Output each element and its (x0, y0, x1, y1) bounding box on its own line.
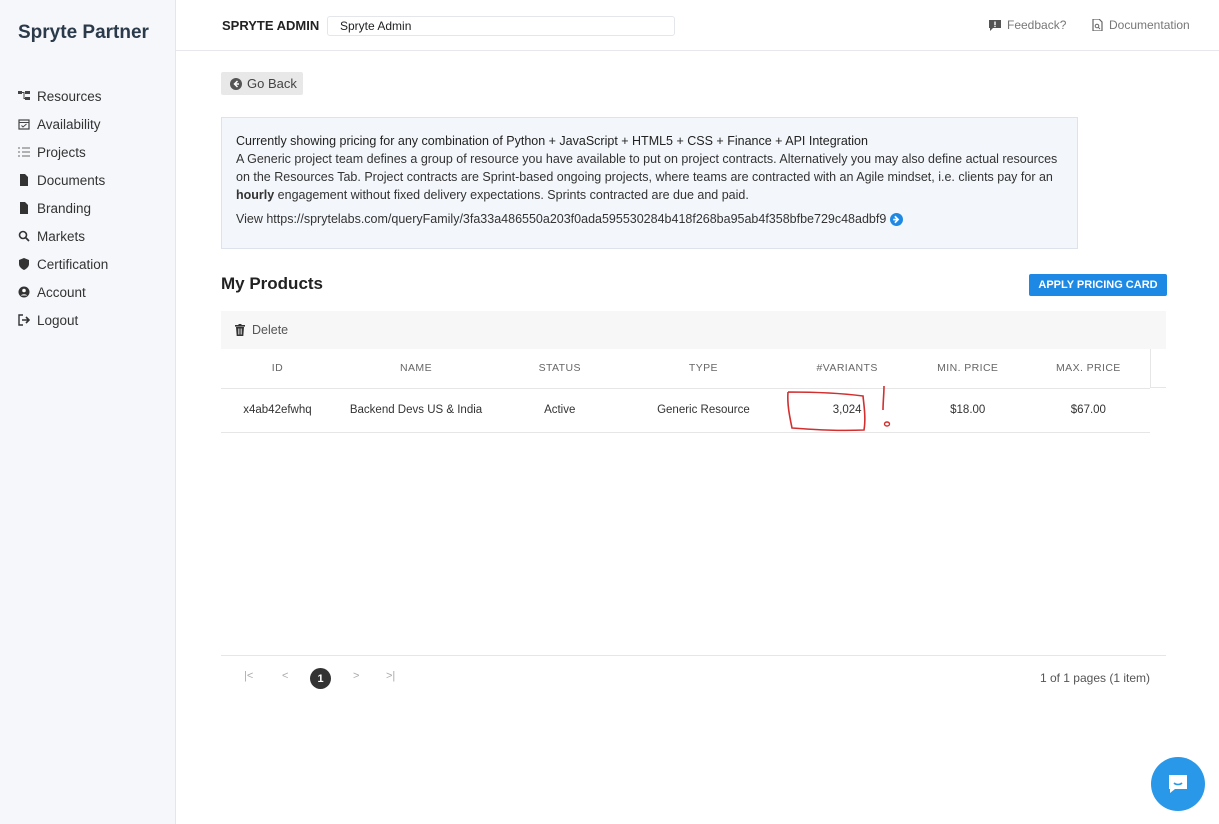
document-search-icon (1092, 19, 1103, 31)
info-description: A Generic project team defines a group o… (236, 150, 1063, 204)
file-icon (18, 202, 30, 214)
organization-field[interactable]: Spryte Admin (327, 16, 675, 36)
column-header-id[interactable]: ID (221, 349, 334, 389)
first-page-button[interactable]: |< (244, 670, 253, 682)
documentation-label: Documentation (1109, 18, 1190, 32)
sidebar-item-documents[interactable]: Documents (18, 166, 108, 194)
sidebar-item-markets[interactable]: Markets (18, 222, 108, 250)
shield-icon (18, 258, 30, 270)
sidebar-item-label: Certification (37, 256, 109, 272)
pagination-info: 1 of 1 pages (1 item) (1039, 671, 1150, 685)
prev-page-button[interactable]: < (282, 670, 288, 682)
sidebar-item-account[interactable]: Account (18, 278, 108, 306)
query-family-url: View https://sprytelabs.com/queryFamily/… (236, 212, 887, 226)
column-header-max-price[interactable]: MAX. PRICE (1026, 349, 1150, 389)
calendar-check-icon (18, 118, 30, 130)
table-header-row: ID NAME STATUS TYPE #VARIANTS MIN. PRICE… (221, 349, 1150, 389)
sidebar-item-label: Branding (37, 200, 92, 216)
top-bar: SPRYTE ADMIN Spryte Admin Feedback? Docu… (176, 0, 1219, 51)
cell-name: Backend Devs US & India (333, 388, 499, 433)
user-circle-icon (18, 286, 30, 298)
sidebar-item-label: Projects (37, 144, 86, 160)
sidebar-nav: Resources Availability Projects Document… (18, 82, 108, 334)
sidebar-item-label: Availability (37, 116, 101, 132)
sidebar-item-resources[interactable]: Resources (18, 82, 108, 110)
next-page-button[interactable]: > (353, 670, 359, 682)
sidebar-item-label: Logout (37, 312, 79, 328)
column-header-variants[interactable]: #VARIANTS (785, 349, 909, 389)
sidebar-item-label: Resources (37, 88, 102, 104)
sitemap-icon (18, 90, 30, 102)
documentation-link[interactable]: Documentation (1092, 18, 1190, 32)
file-icon (18, 174, 30, 186)
feedback-link[interactable]: Feedback? (989, 18, 1066, 32)
list-icon (18, 146, 30, 158)
column-header-type[interactable]: TYPE (621, 349, 786, 389)
info-bold-text: hourly (236, 188, 275, 202)
sidebar-item-label: Markets (37, 228, 86, 244)
cell-variants: 3,024 (785, 388, 909, 433)
cell-min-price: $18.00 (908, 388, 1027, 433)
cell-max-price: $67.00 (1026, 388, 1150, 433)
chat-launcher-button[interactable] (1151, 757, 1205, 811)
logout-icon (18, 314, 30, 326)
info-heading: Currently showing pricing for any combin… (236, 134, 868, 148)
column-header-status[interactable]: STATUS (498, 349, 622, 389)
table-scroll-gutter (1150, 349, 1166, 388)
sidebar-item-projects[interactable]: Projects (18, 138, 108, 166)
pagination: |< < 1 > >| 1 of 1 pages (1 item) (221, 655, 1166, 699)
page-title: SPRYTE ADMIN (222, 18, 320, 33)
column-header-min-price[interactable]: MIN. PRICE (908, 349, 1027, 389)
info-text: engagement without fixed delivery expect… (274, 188, 749, 202)
delete-label: Delete (252, 323, 289, 337)
cell-id: x4ab42efwhq (221, 388, 334, 433)
pricing-info-box: Currently showing pricing for any combin… (221, 117, 1078, 249)
table-row[interactable]: x4ab42efwhq Backend Devs US & India Acti… (221, 388, 1150, 433)
query-family-link[interactable]: View https://sprytelabs.com/queryFamily/… (236, 210, 1063, 228)
feedback-label: Feedback? (1007, 18, 1067, 32)
delete-button[interactable]: Delete (235, 323, 288, 337)
comment-alert-icon (989, 19, 1001, 31)
sidebar-item-logout[interactable]: Logout (18, 306, 108, 334)
info-text: A Generic project team defines a group o… (236, 152, 1058, 184)
search-icon (18, 230, 30, 242)
products-title: My Products (221, 274, 324, 293)
go-back-button[interactable]: Go Back (221, 72, 303, 95)
go-back-label: Go Back (247, 76, 297, 91)
page-1-button[interactable]: 1 (310, 668, 331, 689)
last-page-button[interactable]: >| (386, 670, 395, 682)
arrow-circle-right-icon (890, 212, 904, 226)
sidebar: Spryte Partner Resources Availability Pr… (0, 0, 176, 824)
sidebar-item-certification[interactable]: Certification (18, 250, 108, 278)
sidebar-item-label: Documents (37, 172, 106, 188)
cell-status: Active (498, 388, 622, 433)
sidebar-item-branding[interactable]: Branding (18, 194, 108, 222)
grid-toolbar: Delete (221, 311, 1166, 349)
apply-pricing-card-button[interactable]: APPLY PRICING CARD (1029, 274, 1167, 296)
arrow-circle-left-icon (230, 77, 242, 90)
cell-type: Generic Resource (621, 388, 786, 433)
trash-icon (235, 324, 245, 336)
chat-icon (1169, 775, 1187, 793)
sidebar-item-availability[interactable]: Availability (18, 110, 108, 138)
brand-logo[interactable]: Spryte Partner (18, 22, 149, 44)
sidebar-item-label: Account (37, 284, 86, 300)
products-table: ID NAME STATUS TYPE #VARIANTS MIN. PRICE… (221, 349, 1150, 433)
column-header-name[interactable]: NAME (333, 349, 499, 389)
